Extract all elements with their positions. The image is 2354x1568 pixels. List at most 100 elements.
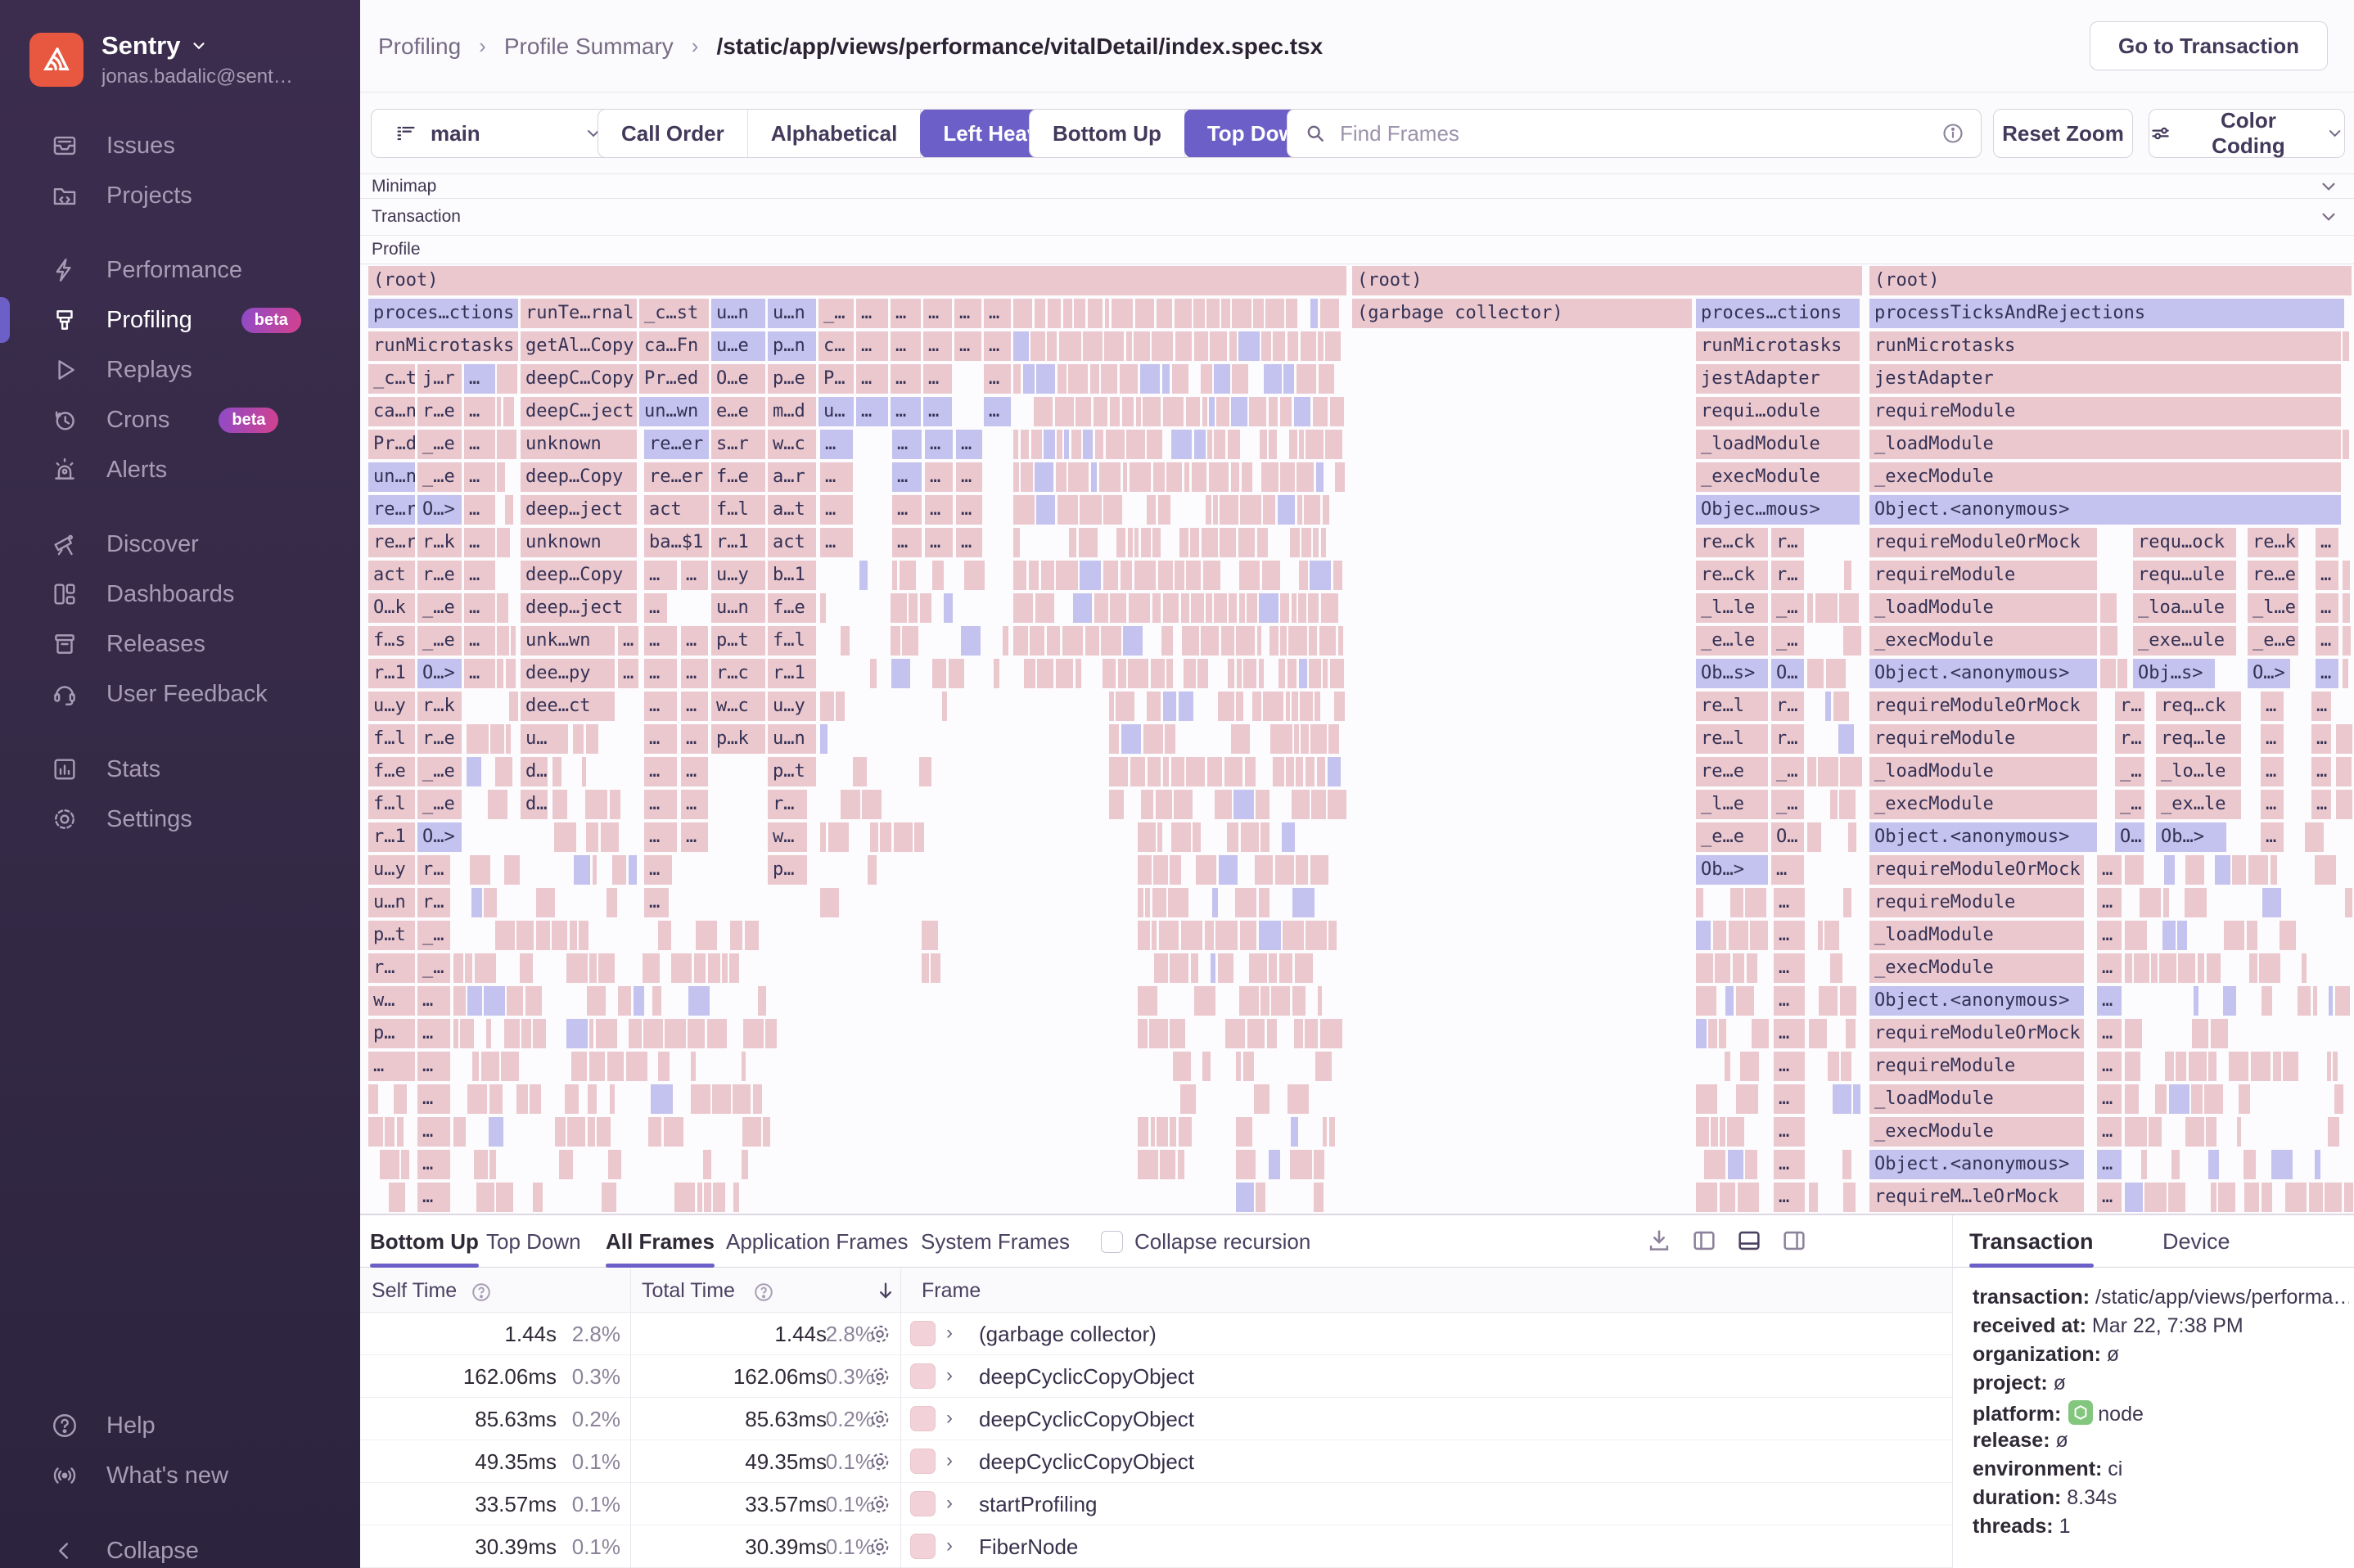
flame-frame[interactable]: …	[464, 626, 495, 656]
flame-frame-small[interactable]	[1047, 299, 1062, 328]
flame-frame[interactable]: u…y	[368, 855, 415, 885]
flame-frame-small[interactable]	[2197, 953, 2205, 983]
flame-frame[interactable]: …	[892, 528, 922, 557]
flame-frame-small[interactable]	[1286, 299, 1297, 328]
flame-frame[interactable]: r…	[417, 888, 450, 917]
sidebar-item-settings[interactable]: Settings	[0, 795, 360, 844]
flame-frame-small[interactable]	[1318, 331, 1324, 361]
flame-frame[interactable]: unknown	[521, 528, 637, 557]
flame-frame-small[interactable]	[585, 724, 598, 754]
flame-frame-small[interactable]	[642, 953, 661, 983]
flame-frame-small[interactable]	[1206, 757, 1223, 786]
flame-frame-small[interactable]	[1289, 1150, 1312, 1179]
flame-frame[interactable]: O…	[1771, 822, 1804, 852]
flame-frame-small[interactable]	[1309, 626, 1318, 656]
flame-frame-small[interactable]	[1138, 1150, 1158, 1179]
flame-frame-small[interactable]	[1704, 1150, 1726, 1179]
flame-frame[interactable]: …	[2097, 953, 2122, 983]
flame-frame-small[interactable]	[552, 757, 562, 786]
flame-frame-small[interactable]	[1840, 757, 1863, 786]
flame-frame-small[interactable]	[1171, 822, 1191, 852]
flame-frame[interactable]: …	[368, 1052, 415, 1081]
flame-frame[interactable]: r…	[768, 790, 807, 819]
flame-frame-small[interactable]	[607, 888, 618, 917]
flame-frame-small[interactable]	[368, 1117, 383, 1147]
flame-frame-small[interactable]	[1735, 986, 1754, 1016]
flame-frame[interactable]: …	[2097, 921, 2122, 950]
flame-frame[interactable]: a…r	[768, 462, 816, 492]
flame-frame[interactable]: _…	[2115, 757, 2144, 786]
flame-frame[interactable]: …	[984, 364, 1011, 394]
flame-frame-small[interactable]	[533, 1183, 543, 1212]
flame-frame[interactable]: re…r	[368, 495, 415, 525]
sidebar-item-projects[interactable]: Projects	[0, 171, 360, 220]
flame-frame-small[interactable]	[1230, 724, 1251, 754]
flame-frame-small[interactable]	[552, 790, 567, 819]
flame-frame[interactable]: …	[984, 397, 1011, 426]
flame-frame-small[interactable]	[484, 986, 505, 1016]
flame-frame-small[interactable]	[1076, 397, 1092, 426]
flame-frame-small[interactable]	[1269, 724, 1292, 754]
flame-frame-small[interactable]	[1328, 724, 1340, 754]
tab-top-down[interactable]: Top Down	[486, 1215, 581, 1268]
flame-frame-small[interactable]	[1730, 888, 1743, 917]
sidebar-item-discover[interactable]: Discover	[0, 520, 360, 569]
flame-frame-small[interactable]	[671, 953, 692, 983]
flame-frame-small[interactable]	[652, 986, 662, 1016]
flame-frame[interactable]: u…e	[711, 331, 765, 361]
flame-frame-small[interactable]	[1320, 593, 1339, 623]
flame-frame-small[interactable]	[688, 1019, 706, 1048]
flame-frame-small[interactable]	[2238, 1084, 2250, 1114]
flame-frame[interactable]: …	[1774, 1084, 1805, 1114]
flame-frame[interactable]: deep…Copy	[521, 561, 637, 590]
flame-frame-small[interactable]	[1202, 1052, 1211, 1081]
flame-frame-small[interactable]	[633, 986, 644, 1016]
flame-frame-small[interactable]	[1829, 790, 1838, 819]
table-row[interactable]: 33.57ms 0.1% 33.57ms 0.1% › startProfiling	[360, 1483, 1952, 1525]
flame-frame-small[interactable]	[2244, 1183, 2259, 1212]
flame-frame-small[interactable]	[1158, 921, 1179, 950]
flame-frame-small[interactable]	[1138, 822, 1156, 852]
flame-frame-small[interactable]	[1101, 364, 1118, 394]
flame-frame-small[interactable]	[693, 953, 706, 983]
flame-frame[interactable]: re…e	[1696, 757, 1768, 786]
flame-frame-small[interactable]	[1184, 462, 1190, 492]
flame-frame-small[interactable]	[1013, 528, 1021, 557]
flame-frame-small[interactable]	[1220, 495, 1238, 525]
flame-frame[interactable]: p…	[368, 1019, 415, 1048]
flame-frame-small[interactable]	[1259, 593, 1278, 623]
flame-frame[interactable]: r…e	[417, 561, 462, 590]
frame-name[interactable]: (garbage collector)	[979, 1322, 1157, 1347]
flame-frame[interactable]: re…k	[2248, 528, 2298, 557]
flame-frame[interactable]: …	[2311, 757, 2331, 786]
flame-frame-small[interactable]	[588, 1084, 597, 1114]
collapse-recursion-control[interactable]: Collapse recursion	[1101, 1215, 1310, 1268]
flame-frame[interactable]: …	[856, 299, 888, 328]
flame-frame[interactable]: re…ck	[1696, 561, 1768, 590]
flame-frame-small[interactable]	[1161, 626, 1174, 656]
flame-frame-small[interactable]	[2314, 855, 2336, 885]
flame-frame[interactable]: _execModule	[1869, 626, 2097, 656]
flame-frame-small[interactable]	[1842, 1183, 1856, 1212]
flame-frame-small[interactable]	[1292, 888, 1315, 917]
flame-frame[interactable]: dee…py	[521, 659, 615, 688]
flame-frame[interactable]: O…k	[368, 593, 415, 623]
flame-frame-small[interactable]	[1298, 593, 1306, 623]
flame-frame-small[interactable]	[1218, 855, 1238, 885]
flame-frame-small[interactable]	[1215, 790, 1232, 819]
flame-frame-small[interactable]	[587, 1117, 595, 1147]
flame-frame-small[interactable]	[1739, 1052, 1759, 1081]
flame-frame[interactable]: …	[856, 364, 888, 394]
flame-frame[interactable]: w…c	[768, 430, 816, 459]
flame-frame-small[interactable]	[1328, 1117, 1335, 1147]
flame-frame-small[interactable]	[1725, 1052, 1730, 1081]
flame-frame[interactable]: O…e	[711, 364, 765, 394]
flame-frame[interactable]: f…e	[711, 462, 765, 492]
frame-settings-gear-icon[interactable]	[868, 1407, 892, 1431]
flame-frame-small[interactable]	[1327, 757, 1342, 786]
flame-frame-small[interactable]	[1055, 659, 1074, 688]
flame-frame-small[interactable]	[2343, 626, 2352, 656]
flame-frame-small[interactable]	[393, 1084, 408, 1114]
flame-frame-small[interactable]	[1161, 364, 1170, 394]
flame-frame-small[interactable]	[1296, 855, 1309, 885]
